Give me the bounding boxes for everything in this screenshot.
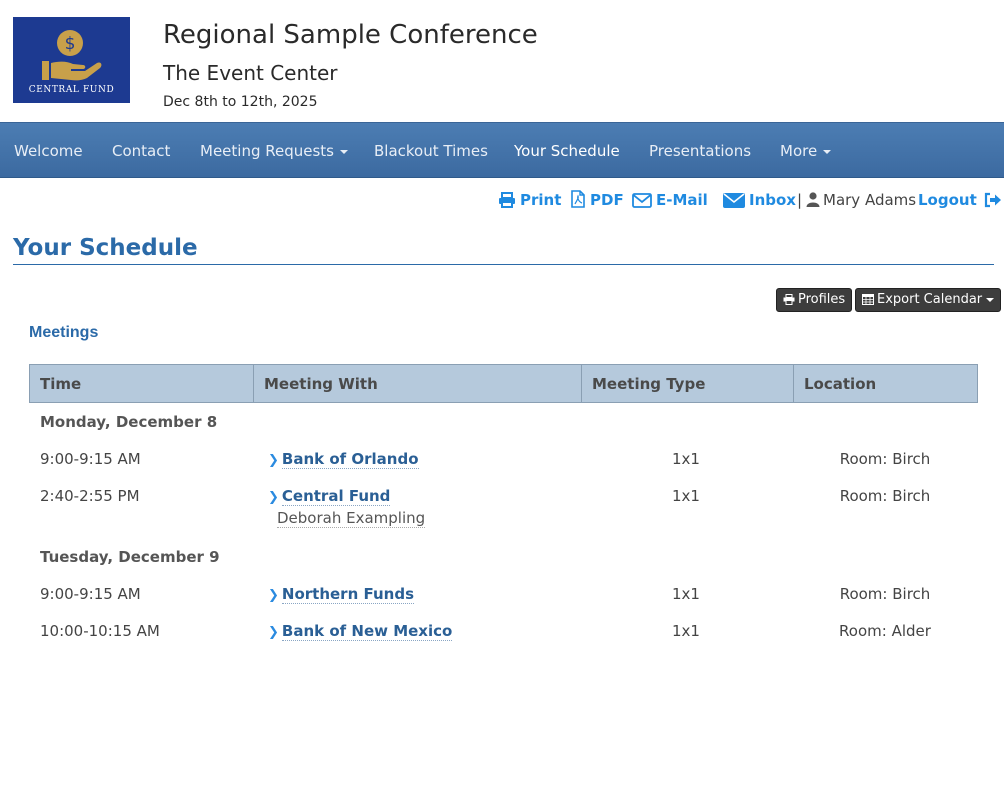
chevron-right-icon: ❯ — [268, 588, 279, 603]
meeting-with-link[interactable]: ❯ Northern Funds — [268, 585, 415, 604]
envelope-outline-icon — [632, 193, 652, 208]
pdf-file-icon — [571, 190, 585, 208]
meeting-with-link[interactable]: ❯ Central Fund — [268, 487, 391, 506]
export-calendar-button[interactable]: Export Calendar — [855, 288, 1002, 312]
export-label: Export Calendar — [877, 292, 983, 307]
conference-venue: The Event Center — [163, 61, 338, 85]
logout-label: Logout — [918, 191, 977, 209]
pdf-label: PDF — [590, 191, 624, 209]
current-user: Mary Adams — [806, 189, 916, 211]
meeting-type: 1x1 — [672, 450, 700, 468]
meeting-with-name[interactable]: Northern Funds — [281, 585, 415, 604]
print-label: Print — [520, 191, 562, 209]
nav-more-label: More — [780, 142, 818, 160]
meeting-with-name[interactable]: Bank of Orlando — [281, 450, 419, 469]
caret-down-icon — [340, 149, 348, 154]
logo-text: CENTRAL FUND — [28, 85, 115, 95]
nav-meeting-requests-label: Meeting Requests — [200, 142, 334, 160]
inbox-label: Inbox — [749, 191, 796, 209]
conference-title: Regional Sample Conference — [163, 20, 538, 50]
email-link[interactable]: E-Mail — [632, 189, 708, 211]
meeting-type: 1x1 — [672, 585, 700, 603]
user-name: Mary Adams — [823, 191, 917, 209]
nav-blackout-times[interactable]: Blackout Times — [374, 123, 488, 179]
calendar-icon — [862, 294, 874, 305]
meeting-contact[interactable]: Deborah Exampling — [277, 509, 426, 528]
column-header-meeting-with: Meeting With — [253, 365, 581, 402]
pdf-link[interactable]: PDF — [570, 189, 624, 211]
meeting-time: 9:00-9:15 AM — [40, 585, 141, 603]
user-icon — [806, 192, 820, 207]
envelope-icon — [723, 193, 745, 208]
print-link[interactable]: Print — [498, 189, 561, 211]
caret-down-icon — [823, 149, 832, 154]
chevron-right-icon: ❯ — [268, 490, 279, 505]
meeting-location: Room: Birch — [839, 487, 931, 505]
sign-out-icon — [984, 192, 1001, 208]
central-fund-logo[interactable]: $ CENTRAL FUND — [13, 17, 130, 103]
meeting-location: Room: Birch — [839, 450, 931, 468]
meeting-with-link[interactable]: ❯ Bank of New Mexico — [268, 622, 453, 641]
meeting-with-link[interactable]: ❯ Bank of Orlando — [268, 450, 419, 469]
nav-contact[interactable]: Contact — [112, 123, 170, 179]
nav-welcome[interactable]: Welcome — [14, 123, 83, 179]
page-title: Your Schedule — [13, 235, 198, 261]
utility-separator: | — [797, 191, 803, 209]
email-label: E-Mail — [656, 191, 708, 209]
day-heading: Tuesday, December 9 — [40, 548, 220, 566]
chevron-right-icon: ❯ — [268, 625, 279, 640]
conference-dates: Dec 8th to 12th, 2025 — [163, 94, 318, 110]
print-icon — [499, 192, 515, 208]
main-nav: Welcome Contact Meeting Requests Blackou… — [0, 122, 1004, 178]
print-icon — [783, 294, 795, 305]
meeting-with-name[interactable]: Bank of New Mexico — [281, 622, 453, 641]
meetings-section-title: Meetings — [29, 324, 99, 341]
meeting-time: 2:40-2:55 PM — [40, 487, 140, 505]
nav-your-schedule[interactable]: Your Schedule — [514, 123, 620, 179]
day-heading: Monday, December 8 — [40, 413, 218, 431]
column-header-location: Location — [793, 365, 977, 402]
inbox-link[interactable]: Inbox — [723, 189, 796, 211]
nav-meeting-requests[interactable]: Meeting Requests — [200, 123, 348, 179]
meeting-time: 10:00-10:15 AM — [40, 622, 160, 640]
meeting-location: Room: Birch — [839, 585, 931, 603]
meeting-with-name[interactable]: Central Fund — [281, 487, 391, 506]
column-header-time: Time — [40, 375, 82, 393]
site-header: $ CENTRAL FUND Regional Sample Conferenc… — [0, 0, 1004, 122]
column-header-meeting-type: Meeting Type — [581, 365, 793, 402]
meeting-type: 1x1 — [672, 487, 700, 505]
title-divider — [13, 264, 994, 265]
meeting-time: 9:00-9:15 AM — [40, 450, 141, 468]
profiles-button[interactable]: Profiles — [776, 288, 853, 312]
nav-presentations[interactable]: Presentations — [649, 123, 751, 179]
svg-text:$: $ — [65, 34, 76, 54]
meeting-type: 1x1 — [672, 622, 700, 640]
chevron-right-icon: ❯ — [268, 453, 279, 468]
caret-down-icon — [986, 297, 995, 302]
schedule-table-header: Time Meeting With Meeting Type Location — [29, 364, 978, 403]
profiles-label: Profiles — [798, 292, 846, 307]
nav-more[interactable]: More — [780, 123, 832, 179]
logout-link[interactable]: Logout — [918, 189, 1002, 211]
meeting-location: Room: Alder — [839, 622, 931, 640]
